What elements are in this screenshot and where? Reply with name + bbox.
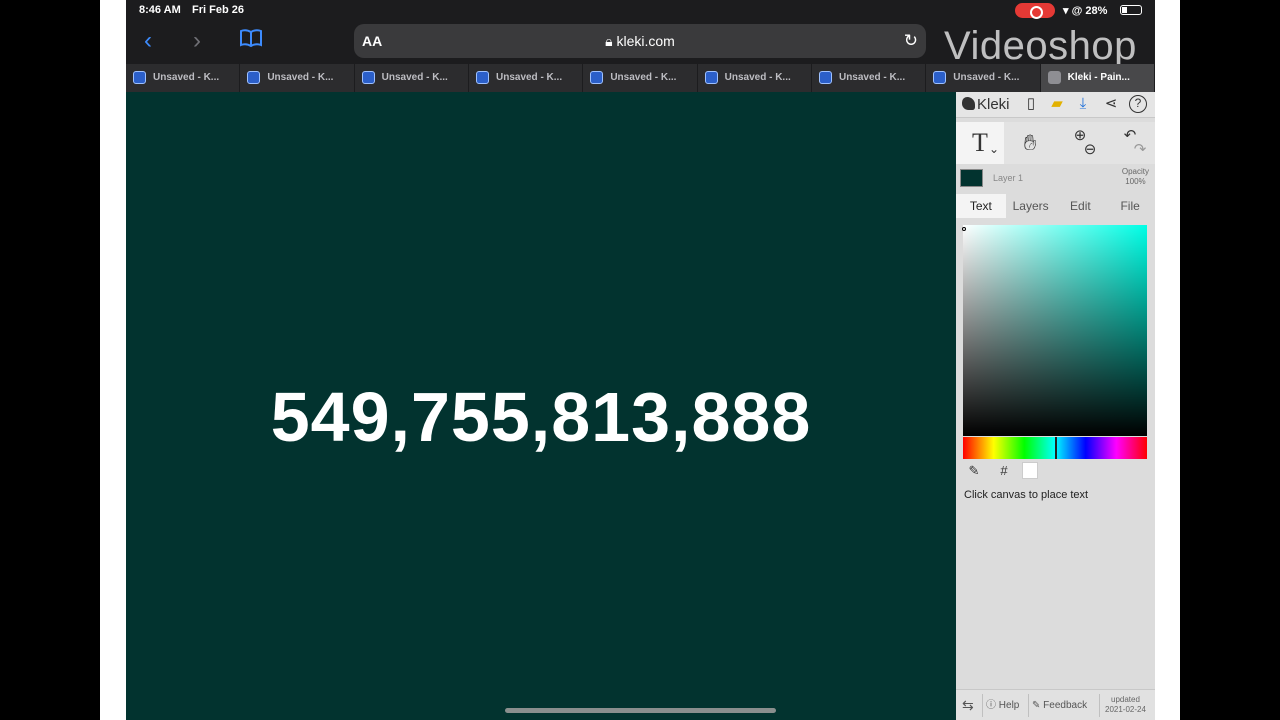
browser-tab[interactable]: Unsaved - K... [697, 64, 812, 92]
close-tab-icon[interactable] [1047, 71, 1061, 84]
browser-tab[interactable]: Unsaved - K... [811, 64, 927, 92]
tab-edit[interactable]: Edit [1056, 194, 1106, 218]
battery-percent: 28% [1085, 5, 1108, 17]
status-icons: ▾ @ 28% [1063, 4, 1107, 17]
kleki-favicon-icon [818, 71, 832, 84]
ipad-screen: 8:46 AM Fri Feb 26 ▾ @ 28% ‹ › AA 🔒︎ kle… [126, 0, 1155, 720]
screen-recording-icon [1015, 3, 1055, 19]
status-date: Fri Feb 26 [192, 4, 244, 16]
zoom-buttons[interactable]: ⊕ ⊖ [1056, 122, 1104, 164]
footer-divider [1099, 694, 1100, 717]
help-button[interactable]: ⓘ Help [986, 690, 1019, 720]
secondary-color-swatch[interactable] [1022, 462, 1038, 479]
footer-divider [1028, 694, 1029, 717]
help-circle-icon: ⓘ [986, 700, 996, 711]
hue-slider-handle[interactable] [1055, 437, 1057, 459]
left-letterbox [100, 0, 126, 720]
videoshop-watermark: Videoshop [944, 24, 1137, 68]
eyedropper-icon[interactable]: ✎ [963, 461, 985, 481]
browser-tab-active[interactable]: Kleki - Pain... [1040, 64, 1155, 92]
kleki-favicon-icon [590, 71, 604, 84]
battery-icon [1120, 5, 1142, 15]
panel-tabs: Text Layers Edit File [956, 194, 1155, 218]
share-icon[interactable]: ⋖ [1102, 95, 1120, 113]
browser-tab[interactable]: Unsaved - K... [926, 64, 1041, 92]
kleki-favicon-icon [704, 71, 718, 84]
layer-preview-row[interactable]: Layer 1 Opacity 100% [956, 164, 1155, 192]
new-image-icon[interactable]: ▯ [1022, 95, 1040, 113]
layer-opacity: Opacity 100% [1121, 167, 1149, 186]
color-picker-cursor[interactable] [962, 227, 966, 231]
tab-file[interactable]: File [1105, 194, 1155, 218]
text-tool-hint: Click canvas to place text [964, 489, 1089, 501]
updated-date: updated 2021-02-24 [1105, 695, 1146, 714]
bookmarks-button[interactable] [236, 26, 266, 56]
redo-icon[interactable]: ↷ [1134, 141, 1147, 158]
text-tool-button[interactable]: T [956, 122, 1004, 170]
kleki-footer: ⇆ ⓘ Help ✎ Feedback updated 2021-02-24 [956, 689, 1155, 720]
kleki-sidebar: Kleki ▯ ▰ ⤓ ⋖ ? T ✋︎ ⊕⊖ ↶↷ Layer 1 Opaci… [956, 92, 1155, 720]
browser-tab[interactable]: Unsaved - K... [583, 64, 698, 92]
kleki-favicon-icon [247, 71, 261, 84]
hand-tool-icon[interactable]: ✋︎ [1006, 122, 1054, 164]
tab-bar: Unsaved - K... Unsaved - K... Unsaved - … [126, 64, 1155, 92]
kleki-favicon-icon [933, 71, 947, 84]
kleki-logo: Kleki [962, 96, 1010, 113]
tab-layers[interactable]: Layers [1006, 194, 1056, 218]
tool-row: T ✋︎ ⊕⊖ ↶↷ [956, 122, 1155, 170]
reload-icon[interactable]: ↻ [904, 31, 918, 51]
forward-button[interactable]: › [182, 26, 212, 56]
tab-text[interactable]: Text [956, 194, 1006, 218]
browser-tab[interactable]: Unsaved - K... [468, 64, 584, 92]
book-icon [240, 29, 262, 48]
layer-name: Layer 1 [993, 173, 1024, 183]
open-folder-icon[interactable]: ▰ [1048, 95, 1066, 113]
kleki-favicon-icon [475, 71, 489, 84]
download-icon[interactable]: ⤓ [1074, 95, 1092, 113]
kleki-header: Kleki ▯ ▰ ⤓ ⋖ ? [956, 92, 1155, 118]
browser-toolbar: ‹ › AA 🔒︎ kleki.com ↻ Videoshop [126, 20, 1155, 68]
right-letterbox [1155, 0, 1180, 720]
hex-input-button[interactable]: # [993, 461, 1015, 481]
url-text: 🔒︎ kleki.com [605, 33, 675, 49]
swap-sides-icon[interactable]: ⇆ [962, 690, 974, 720]
wifi-icon: ▾ @ [1063, 5, 1083, 17]
browser-tab[interactable]: Unsaved - K... [240, 64, 355, 92]
status-bar: 8:46 AM Fri Feb 26 ▾ @ 28% [126, 0, 1155, 20]
zoom-out-icon[interactable]: ⊖ [1084, 141, 1097, 158]
status-time: 8:46 AM [139, 4, 181, 16]
kleki-favicon-icon [361, 71, 375, 84]
back-button[interactable]: ‹ [133, 26, 163, 56]
color-saturation-picker[interactable] [963, 225, 1147, 436]
home-indicator [505, 708, 776, 713]
address-bar[interactable]: AA 🔒︎ kleki.com ↻ [354, 24, 926, 58]
canvas-text: 549,755,813,888 [270, 378, 812, 456]
layer-thumbnail [960, 169, 983, 187]
help-icon[interactable]: ? [1129, 95, 1147, 113]
drawing-canvas[interactable]: 549,755,813,888 [126, 92, 956, 720]
kleki-bird-icon [962, 97, 975, 110]
feedback-button[interactable]: ✎ Feedback [1032, 690, 1087, 720]
browser-tab[interactable]: Unsaved - K... [354, 64, 469, 92]
footer-divider [982, 694, 983, 717]
kleki-favicon-icon [133, 71, 146, 84]
browser-tab[interactable]: Unsaved - K... [126, 64, 241, 92]
undo-redo-buttons[interactable]: ↶ ↷ [1106, 122, 1154, 164]
feedback-icon: ✎ [1032, 700, 1041, 711]
